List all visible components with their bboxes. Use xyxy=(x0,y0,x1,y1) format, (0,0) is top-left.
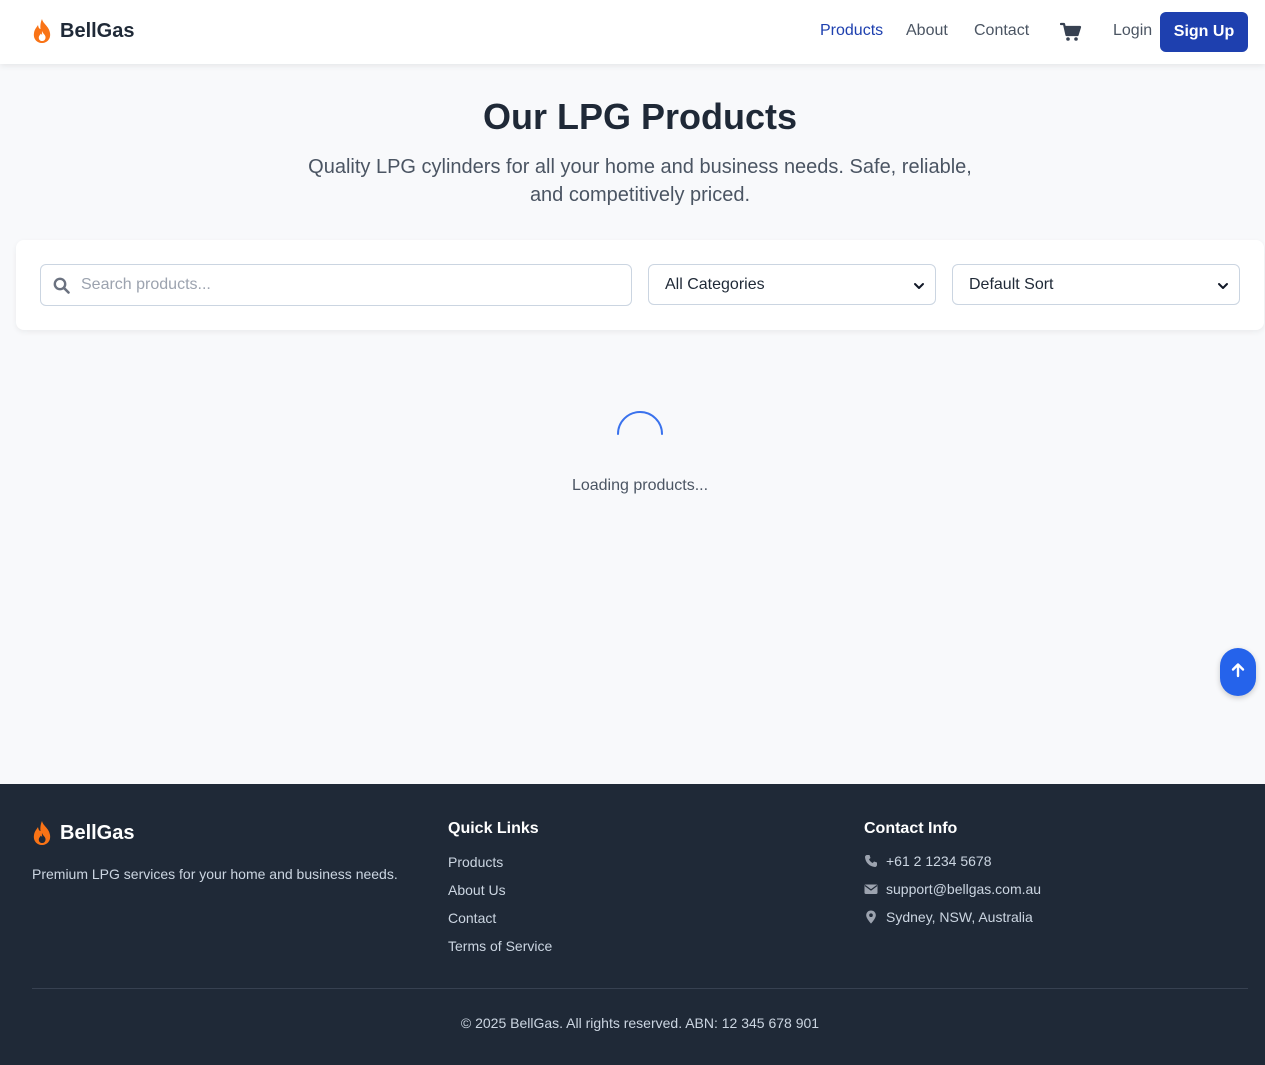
footer-brand-name: BellGas xyxy=(60,821,135,844)
top-navbar: BellGas Products About Contact Login Sig… xyxy=(0,0,1265,64)
contact-email-text: support@bellgas.com.au xyxy=(886,881,1042,897)
contact-phone: +61 2 1234 5678 xyxy=(864,853,992,869)
flame-icon xyxy=(32,820,52,846)
contact-location: Sydney, NSW, Australia xyxy=(864,909,1033,925)
filter-panel: All Categories Default Sort xyxy=(16,240,1264,330)
search-box xyxy=(40,264,632,306)
contact-info-heading: Contact Info xyxy=(864,820,958,837)
page-subtitle: Quality LPG cylinders for all your home … xyxy=(308,156,972,206)
category-select-value: All Categories xyxy=(665,275,765,293)
loading-spinner xyxy=(616,410,664,458)
nav-products[interactable]: Products xyxy=(820,22,883,40)
footer-brand: BellGas xyxy=(32,820,134,846)
brand-logo[interactable]: BellGas xyxy=(32,18,134,44)
cart-icon[interactable] xyxy=(1059,22,1082,42)
footer-link-about[interactable]: About Us xyxy=(448,882,506,898)
chevron-down-icon xyxy=(1217,279,1229,291)
signup-button[interactable]: Sign Up xyxy=(1160,12,1248,52)
loading-text: Loading products... xyxy=(571,477,709,494)
footer-link-terms[interactable]: Terms of Service xyxy=(448,938,552,954)
nav-contact[interactable]: Contact xyxy=(974,22,1029,40)
footer-link-products[interactable]: Products xyxy=(448,854,503,870)
chevron-down-icon xyxy=(913,279,925,291)
brand-name: BellGas xyxy=(60,19,135,42)
sort-select[interactable]: Default Sort xyxy=(952,264,1240,305)
sort-select-value: Default Sort xyxy=(969,275,1054,293)
flame-icon xyxy=(32,18,52,44)
scroll-to-top-button[interactable] xyxy=(1220,648,1256,696)
search-icon xyxy=(53,277,70,294)
copyright-text: © 2025 BellGas. All rights reserved. ABN… xyxy=(460,1015,820,1031)
nav-about[interactable]: About xyxy=(906,22,948,40)
login-link[interactable]: Login xyxy=(1113,22,1152,40)
page-title: Our LPG Products xyxy=(482,96,798,137)
contact-phone-text: +61 2 1234 5678 xyxy=(886,853,992,869)
quick-links-heading: Quick Links xyxy=(448,820,539,837)
envelope-icon xyxy=(864,882,878,896)
phone-icon xyxy=(864,854,878,868)
search-input[interactable] xyxy=(81,265,621,305)
footer-divider xyxy=(32,988,1248,989)
footer-link-contact[interactable]: Contact xyxy=(448,910,496,926)
contact-location-text: Sydney, NSW, Australia xyxy=(886,909,1033,925)
footer: BellGas Premium LPG services for your ho… xyxy=(0,784,1265,1065)
map-pin-icon xyxy=(864,910,878,924)
contact-email: support@bellgas.com.au xyxy=(864,881,1041,897)
category-select[interactable]: All Categories xyxy=(648,264,936,305)
footer-tagline: Premium LPG services for your home and b… xyxy=(32,866,398,882)
arrow-up-icon xyxy=(1230,662,1246,683)
